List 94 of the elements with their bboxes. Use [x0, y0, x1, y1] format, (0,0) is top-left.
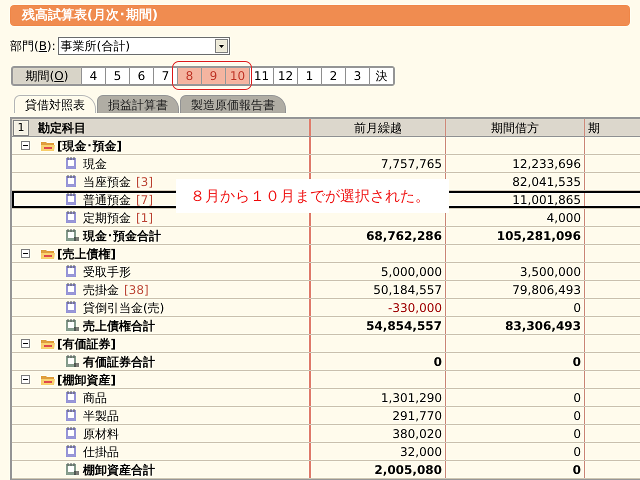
group-label: [有価証券] [57, 336, 116, 352]
account-name: 商品 [83, 390, 107, 406]
table-cell: 291,770 [311, 407, 446, 424]
account-name: 受取手形 [83, 264, 131, 280]
table-cell: 68,762,286 [311, 227, 446, 244]
period-button[interactable]: 6 [129, 68, 153, 84]
collapse-icon[interactable] [21, 249, 30, 258]
ledger-icon [65, 193, 79, 206]
table-cell: 0 [446, 353, 585, 370]
field-label: 部門(B): [10, 38, 56, 55]
table-cell: 32,000 [311, 443, 446, 460]
account-name: 仕掛品 [83, 444, 119, 460]
period-button[interactable]: 12 [273, 68, 297, 84]
period-button[interactable]: 決 [369, 68, 393, 84]
ledger-icon [65, 301, 79, 314]
window-title: 残高試算表(月次･期間) [10, 5, 630, 26]
ledger-icon [65, 175, 79, 188]
tab[interactable]: 製造原価報告書 [180, 95, 286, 113]
entry-count: [1] [136, 210, 153, 226]
ledger-total-icon [65, 355, 79, 368]
entry-count: [7] [136, 192, 153, 208]
table-cell: 105,281,096 [446, 227, 585, 244]
ledger-total-icon [65, 319, 79, 332]
ledger-icon [65, 265, 79, 278]
ledger-icon [65, 211, 79, 224]
account-name: 売上債権合計 [83, 318, 155, 334]
period-button[interactable]: 4 [81, 68, 105, 84]
table-cell: 0 [446, 425, 585, 442]
collapse-icon[interactable] [21, 141, 30, 150]
entry-count: [3] [136, 174, 153, 190]
account-name: 売掛金 [83, 282, 119, 298]
tab[interactable]: 損益計算書 [97, 95, 179, 113]
folder-icon [41, 338, 55, 350]
period-button[interactable]: 11 [249, 68, 273, 84]
account-name: 当座預金 [83, 174, 131, 190]
column-header: 期 [587, 120, 600, 136]
period-button[interactable]: 3 [345, 68, 369, 84]
period-button[interactable]: 5 [105, 68, 129, 84]
ledger-total-icon [65, 463, 79, 476]
folder-icon [41, 374, 55, 386]
account-name: 有価証券合計 [83, 354, 155, 370]
account-name: 原材料 [83, 426, 119, 442]
level-button[interactable]: 1 [13, 120, 29, 136]
entry-count: [38] [124, 282, 149, 298]
ledger-icon [65, 427, 79, 440]
ledger-icon [65, 409, 79, 422]
period-button[interactable]: 2 [321, 68, 345, 84]
account-name: 定期預金 [83, 210, 131, 226]
table-cell: 380,020 [311, 425, 446, 442]
column-header: 前月繰越 [311, 119, 446, 136]
column-header: 勘定科目 [38, 120, 86, 136]
period-label: 期間(O) [24, 68, 70, 84]
table-cell: 2,005,080 [311, 461, 446, 478]
table-cell: 0 [446, 461, 585, 478]
ledger-icon [65, 283, 79, 296]
group-label: [売上債権] [57, 246, 116, 262]
group-label: [棚卸資産] [57, 372, 116, 388]
table-cell: 3,500,000 [446, 263, 585, 280]
table-cell: 79,806,493 [446, 281, 585, 298]
ledger-icon [65, 157, 79, 170]
account-name: 現金 [83, 156, 107, 172]
table-cell: 0 [311, 353, 446, 370]
collapse-icon[interactable] [21, 375, 30, 384]
ledger-icon [65, 391, 79, 404]
table-cell: 0 [446, 389, 585, 406]
account-name: 貸倒引当金(売) [83, 300, 164, 316]
tab[interactable]: 貸借対照表 [14, 95, 96, 113]
table-cell: 0 [446, 443, 585, 460]
callout-note: ８月から１０月までが選択された。 [176, 179, 449, 213]
account-name: 半製品 [83, 408, 119, 424]
table-cell: 0 [446, 407, 585, 424]
dropdown-caret-icon[interactable] [214, 39, 228, 53]
ledger-icon [65, 445, 79, 458]
table-cell: 54,854,557 [311, 317, 446, 334]
collapse-icon[interactable] [21, 339, 30, 348]
table-cell: 5,000,000 [311, 263, 446, 280]
folder-icon [41, 248, 55, 260]
column-header: 期間借方 [446, 119, 585, 136]
table-cell: -330,000 [311, 299, 446, 316]
period-button[interactable]: 1 [297, 68, 321, 84]
account-name: 現金･預金合計 [83, 228, 161, 244]
group-label: [現金･預金] [57, 138, 122, 154]
ledger-total-icon [65, 229, 79, 242]
table-cell: 12,233,696 [446, 155, 585, 172]
account-name: 棚卸資産合計 [83, 462, 155, 478]
department-dropdown[interactable]: 事業所(合計) [58, 37, 230, 55]
table-cell: 83,306,493 [446, 317, 585, 334]
table-cell: 0 [446, 299, 585, 316]
table-cell: 1,301,290 [311, 389, 446, 406]
table-cell: 7,757,765 [311, 155, 446, 172]
table-cell: 50,184,557 [311, 281, 446, 298]
period-button[interactable]: 7 [153, 68, 177, 84]
account-name: 普通預金 [83, 192, 131, 208]
folder-icon [41, 140, 55, 152]
